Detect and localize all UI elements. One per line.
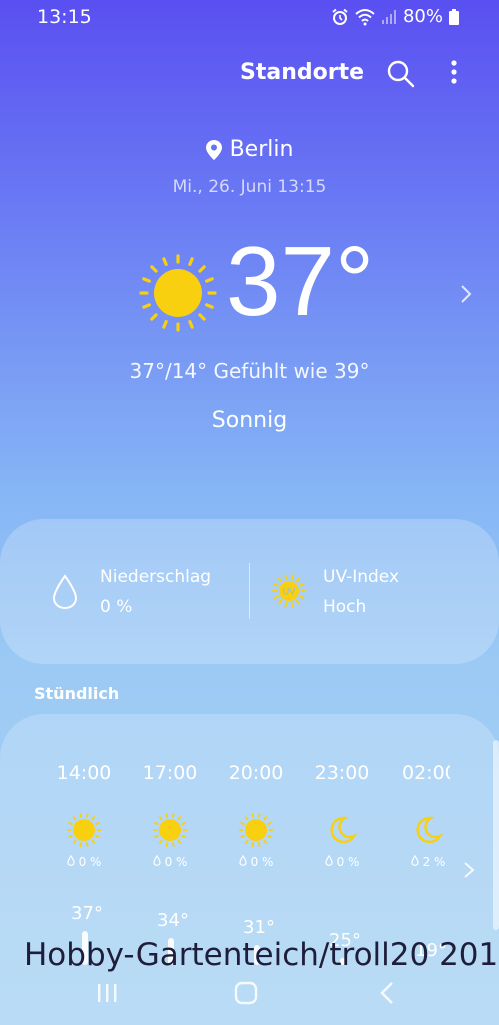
high-low-feels-like: 37°/14° Gefühlt wie 39° xyxy=(129,359,370,383)
location-pin-icon xyxy=(205,139,222,160)
moon-icon xyxy=(299,811,385,849)
hourly-temperature: 37° xyxy=(71,903,103,924)
sun-icon xyxy=(127,811,213,849)
uv-index-icon: UV xyxy=(272,574,306,608)
search-button[interactable] xyxy=(386,59,416,89)
hourly-precipitation: 0 % xyxy=(213,854,299,869)
page-title[interactable]: Standorte xyxy=(240,60,364,85)
hourly-time: 17:00 xyxy=(142,762,198,784)
chevron-right-icon[interactable] xyxy=(462,860,476,880)
recent-apps-icon xyxy=(98,984,117,1002)
alarm-icon xyxy=(332,8,348,25)
battery-icon xyxy=(449,8,459,25)
status-time: 13:15 xyxy=(37,6,92,28)
back-icon xyxy=(380,982,393,1004)
sun-icon xyxy=(138,253,218,333)
date-time: Mi., 26. Juni 13:15 xyxy=(172,177,327,197)
hourly-precipitation: 0 % xyxy=(127,854,213,869)
uv-icon-text: UV xyxy=(283,587,296,597)
sun-icon xyxy=(41,811,127,849)
hourly-time: 02:00 xyxy=(402,762,450,784)
search-icon xyxy=(387,60,415,88)
hourly-time: 14:00 xyxy=(56,762,112,784)
location: Berlin xyxy=(0,137,499,162)
chevron-right-icon[interactable] xyxy=(456,283,476,305)
home-icon xyxy=(234,981,258,1005)
hourly-precipitation-value: 0 % xyxy=(78,855,102,869)
water-drop-icon xyxy=(410,854,419,869)
recent-apps-button[interactable] xyxy=(94,982,120,1004)
water-drop-icon xyxy=(238,854,247,869)
precipitation-label: Niederschlag xyxy=(100,567,212,587)
water-drop-icon xyxy=(152,854,161,869)
signal-icon xyxy=(381,9,396,24)
sun-icon xyxy=(213,811,299,849)
hourly-temperature: 34° xyxy=(157,910,189,931)
wifi-icon xyxy=(355,8,375,25)
divider xyxy=(249,563,250,619)
back-button[interactable] xyxy=(378,980,396,1006)
hourly-precipitation: 0 % xyxy=(299,854,385,869)
moon-icon xyxy=(385,811,471,849)
hourly-heading: Stündlich xyxy=(34,684,120,703)
more-options-button[interactable] xyxy=(442,58,466,88)
hourly-precipitation: 2 % xyxy=(385,854,471,869)
hourly-time: 20:00 xyxy=(228,762,284,784)
hourly-precipitation-value: 2 % xyxy=(422,855,446,869)
hourly-precipitation: 0 % xyxy=(41,854,127,869)
hourly-precipitation-value: 0 % xyxy=(164,855,188,869)
hourly-temperature: 31° xyxy=(243,917,275,938)
battery-percent: 80% xyxy=(402,6,443,27)
uv-index-label: UV-Index xyxy=(323,567,400,587)
hourly-precipitation-value: 0 % xyxy=(250,855,274,869)
scrollbar[interactable] xyxy=(493,740,499,930)
precipitation-value: 0 % xyxy=(100,597,133,617)
home-button[interactable] xyxy=(233,980,259,1006)
weather-condition: Sonnig xyxy=(211,408,288,433)
location-name: Berlin xyxy=(229,137,294,162)
more-vertical-icon xyxy=(451,60,457,84)
water-drop-icon xyxy=(324,854,333,869)
water-drop-icon xyxy=(52,574,78,610)
status-icons: 80% xyxy=(331,6,459,27)
uv-index-value: Hoch xyxy=(323,597,367,617)
hourly-time: 23:00 xyxy=(314,762,370,784)
current-temperature[interactable]: 37° xyxy=(226,232,374,330)
water-drop-icon xyxy=(66,854,75,869)
hourly-precipitation-value: 0 % xyxy=(336,855,360,869)
